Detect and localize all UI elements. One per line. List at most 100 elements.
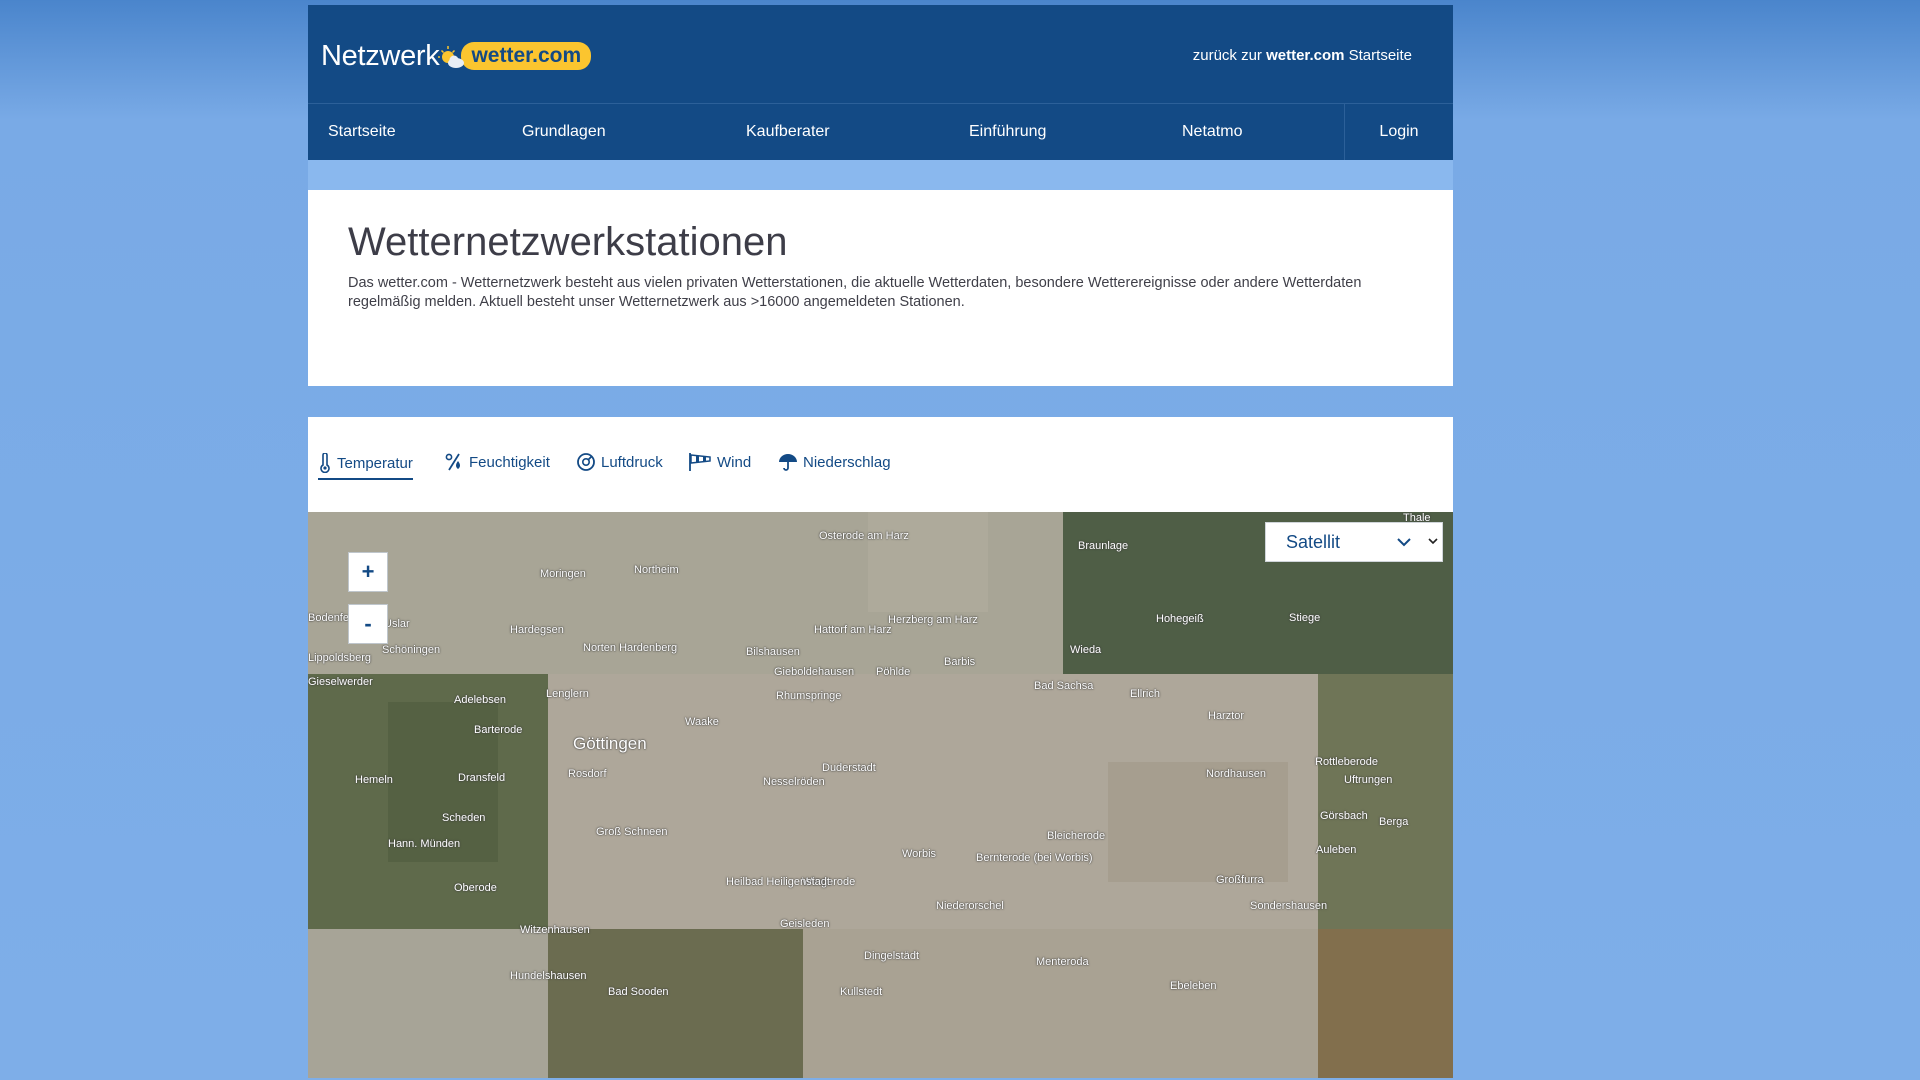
- intro-text: Das wetter.com - Wetternetzwerk besteht …: [348, 275, 1362, 310]
- map-place-label: Bernterode (bei Worbis): [976, 852, 1093, 864]
- map-place-label: Herzberg am Harz: [888, 614, 978, 626]
- map-place-label: Hundelshausen: [510, 970, 587, 982]
- map-place-label: Ellrich: [1130, 688, 1160, 700]
- page-title: Wetternetzwerkstationen: [348, 220, 788, 264]
- map-place-label: Uftrungen: [1344, 774, 1393, 786]
- map-place-label: Hohegeiß: [1156, 613, 1204, 625]
- map-place-label: Hardegsen: [510, 624, 564, 636]
- map-place-label: Heilbad Heiligenstadt: [726, 876, 830, 888]
- zoom-in-button[interactable]: +: [348, 552, 388, 592]
- pressure-gauge-icon: [577, 453, 595, 471]
- map-tile: [1108, 762, 1288, 882]
- map-place-label: Rosdorf: [568, 768, 607, 780]
- tab-label: Temperatur: [337, 454, 413, 472]
- tab-luftdruck[interactable]: Luftdruck: [576, 450, 663, 474]
- map-place-label: Scheden: [442, 812, 486, 824]
- map-place-label: Nordhausen: [1206, 768, 1266, 780]
- map-place-label: Gieselwerder: [308, 676, 373, 688]
- back-link-prefix: zurück zur: [1192, 47, 1267, 64]
- map-place-label: Adelebsen: [454, 694, 506, 706]
- back-link-brand: wetter.com: [1266, 47, 1345, 64]
- nav-item-grundlagen[interactable]: Grundlagen: [522, 123, 606, 141]
- tab-label: Niederschlag: [803, 453, 891, 471]
- map-place-label: Pöhlde: [876, 666, 911, 678]
- map-place-label: Barterode: [474, 724, 523, 736]
- nav-item-einfuehrung[interactable]: Einführung: [969, 123, 1046, 141]
- back-link-suffix: Startseite: [1344, 47, 1412, 64]
- station-map[interactable]: Osterode am Harz Braunlage Thale Moringe…: [308, 512, 1453, 1078]
- map-place-label: Hattorf am Harz: [814, 624, 892, 636]
- map-place-label: Northeim: [634, 564, 679, 576]
- map-place-label: Bad Sooden: [608, 986, 669, 998]
- tab-label: Wind: [717, 453, 752, 471]
- map-place-label: Lippoldsberg: [308, 652, 371, 664]
- map-place-label: Worbis: [902, 848, 937, 860]
- map-place-label: Sondershausen: [1250, 900, 1328, 912]
- measurement-tabs: Temperatur Feuchtigkeit Luftdruck Wind N…: [308, 417, 1453, 512]
- map-tile: [308, 929, 548, 1078]
- site-header: Netzwerk wetter.com zurück zur wetter.co…: [308, 5, 1453, 103]
- map-place-label: Dransfeld: [458, 772, 506, 784]
- divider-stripe: [308, 160, 1453, 190]
- zoom-out-button[interactable]: -: [348, 604, 388, 644]
- tab-temperatur[interactable]: Temperatur: [318, 451, 413, 480]
- main-nav: Startseite Grundlagen Kaufberater Einfüh…: [308, 103, 1453, 160]
- tab-wind[interactable]: Wind: [688, 450, 751, 474]
- chevron-down-icon: [1397, 538, 1411, 547]
- map-place-label: Stiege: [1289, 612, 1321, 624]
- thermometer-icon: [320, 453, 330, 473]
- map-place-label: Witzenhausen: [520, 924, 590, 936]
- map-tile: [1318, 674, 1453, 929]
- map-place-label: Oberode: [454, 882, 497, 894]
- map-place-label: Bleicherode: [1047, 830, 1106, 842]
- logo[interactable]: Netzwerk wetter.com: [321, 39, 592, 73]
- map-place-label: Gieboldehausen: [774, 666, 855, 678]
- map-place-label: Bilshausen: [746, 646, 800, 658]
- windsock-icon: [689, 453, 711, 471]
- map-place-label: Moringen: [540, 568, 586, 580]
- map-place-label: Niederorschel: [936, 900, 1004, 912]
- tab-niederschlag[interactable]: Niederschlag: [778, 450, 891, 474]
- nav-item-startseite[interactable]: Startseite: [328, 123, 396, 141]
- map-place-label: Groß Schneen: [596, 826, 668, 838]
- map-place-label: Hann. Münden: [388, 838, 461, 850]
- map-place-label: Hemeln: [355, 774, 393, 786]
- select-arrow-icon: [1428, 538, 1438, 545]
- map-place-label: Ebeleben: [1170, 980, 1217, 992]
- map-place-label: Duderstadt: [822, 762, 876, 774]
- map-place-label: Harztor: [1208, 710, 1245, 722]
- intro-section: Wetternetzwerkstationen Das wetter.com -…: [308, 190, 1453, 386]
- login-button[interactable]: Login: [1344, 104, 1453, 160]
- map-place-label: Bad Sachsa: [1034, 680, 1094, 692]
- map-place-label: Osterode am Harz: [819, 530, 909, 542]
- map-place-label: Lenglern: [546, 688, 589, 700]
- map-place-label: Barbis: [944, 656, 976, 668]
- map-place-label: Rottleberode: [1315, 756, 1378, 768]
- map-place-label: Menteroda: [1036, 956, 1089, 968]
- page-container: Netzwerk wetter.com zurück zur wetter.co…: [308, 5, 1453, 1078]
- humidity-icon: [445, 453, 460, 471]
- tab-label: Feuchtigkeit: [469, 453, 550, 471]
- back-to-homepage-link[interactable]: zurück zur wetter.com Startseite: [1193, 47, 1412, 64]
- map-place-label: Schöningen: [382, 644, 441, 656]
- logo-text: Netzwerk: [321, 39, 440, 72]
- map-place-label: Geisleden: [780, 918, 830, 930]
- tab-feuchtigkeit[interactable]: Feuchtigkeit: [444, 450, 550, 474]
- map-place-label: Nesselröden: [763, 776, 825, 788]
- map-place-label: Göttingen: [573, 734, 647, 753]
- map-place-label: Braunlage: [1078, 540, 1129, 552]
- map-place-label: Großfurra: [1216, 874, 1264, 886]
- map-place-label: Görsbach: [1320, 810, 1368, 822]
- map-tile: [548, 929, 803, 1078]
- map-place-label: Wieda: [1070, 644, 1102, 656]
- map-tile: [1318, 929, 1453, 1078]
- map-layer-select[interactable]: Satellit: [1265, 522, 1443, 562]
- tab-label: Luftdruck: [601, 453, 663, 471]
- map-place-label: Berga: [1379, 816, 1409, 828]
- map-place-label: Auleben: [1316, 844, 1357, 856]
- umbrella-icon: [779, 454, 797, 471]
- map-place-label: Rhumspringe: [776, 690, 842, 702]
- map-place-label: Kullstedt: [840, 986, 883, 998]
- nav-item-netatmo[interactable]: Netatmo: [1182, 123, 1242, 141]
- nav-item-kaufberater[interactable]: Kaufberater: [746, 123, 830, 141]
